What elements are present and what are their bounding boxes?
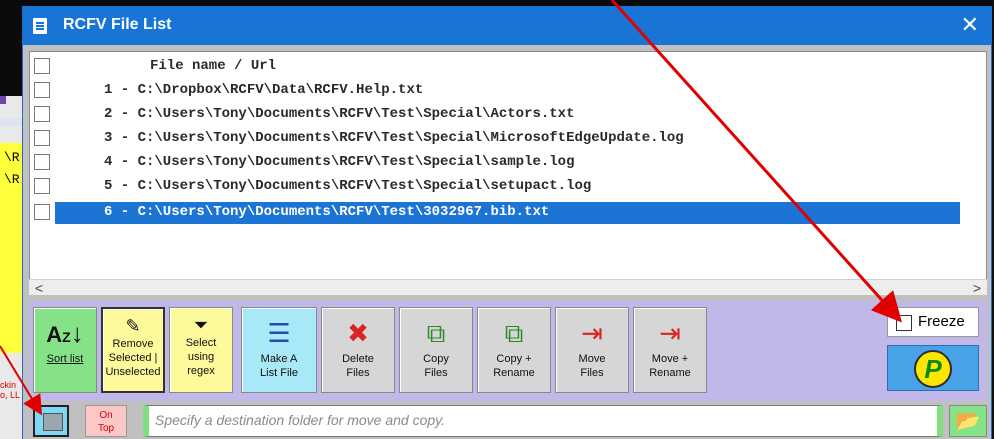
makelist-label-1: Make A	[260, 353, 298, 365]
list-item[interactable]: 5 - C:\Users\Tony\Documents\RCFV\Test\Sp…	[30, 176, 960, 198]
row-checkbox[interactable]	[34, 106, 50, 122]
remove-selected-button[interactable]: ✎ Remove Selected | Unselected	[101, 307, 165, 393]
scroll-right-arrow[interactable]: >	[973, 280, 981, 296]
remove-label-1: Remove	[112, 338, 154, 350]
delete-files-button[interactable]: ✖ Delete Files	[321, 307, 395, 393]
list-file-icon: ☰	[267, 318, 291, 348]
window-layout-icon[interactable]	[33, 405, 69, 437]
background-purple-fragment	[0, 96, 6, 104]
row-checkbox[interactable]	[34, 178, 50, 194]
destination-folder-field[interactable]	[143, 405, 943, 437]
move-files-button[interactable]: ⇥ Move Files	[555, 307, 629, 393]
freeze-checkbox-box[interactable]	[896, 315, 912, 331]
header-checkbox[interactable]	[34, 58, 50, 74]
move-files-icon: ⇥	[581, 318, 603, 348]
window-title: RCFV File List	[63, 16, 172, 33]
list-item-text: 6 - C:\Users\Tony\Documents\RCFV\Test\30…	[104, 204, 550, 220]
copy-label-2: Files	[424, 367, 448, 379]
select-label-1: Select	[185, 337, 217, 349]
move-rename-icon: ⇥	[659, 318, 681, 348]
freeze-checkbox[interactable]: Freeze	[887, 307, 979, 337]
list-header-row: File name / Url	[30, 56, 960, 78]
app-list-icon	[33, 18, 47, 34]
delete-label-2: Files	[346, 367, 370, 379]
delete-label-1: Delete	[342, 353, 374, 365]
move-label-2: Files	[580, 367, 604, 379]
folder-open-icon: 📂	[955, 410, 981, 432]
title-bar[interactable]: RCFV File List ✕	[23, 7, 991, 45]
move-rename-button[interactable]: ⇥ Move + Rename	[633, 307, 707, 393]
sort-list-button[interactable]: AZ↓ Sort list	[33, 307, 97, 393]
list-item[interactable]: 2 - C:\Users\Tony\Documents\RCFV\Test\Sp…	[30, 104, 960, 126]
copy-files-button[interactable]: ⧉ Copy Files	[399, 307, 473, 393]
remove-label-2: Selected |	[108, 352, 158, 364]
row-checkbox[interactable]	[34, 204, 50, 220]
delete-files-icon: ✖	[347, 318, 369, 348]
sort-az-icon: AZ↓	[46, 318, 84, 348]
list-item-selected[interactable]: 6 - C:\Users\Tony\Documents\RCFV\Test\30…	[30, 202, 960, 224]
remove-label-3: Unselected	[105, 366, 161, 378]
copy-files-icon: ⧉	[426, 318, 446, 348]
make-list-file-button[interactable]: ☰ Make A List File	[241, 307, 317, 393]
select-label-2: using	[187, 351, 215, 363]
ontop-label-2: Top	[97, 423, 115, 434]
row-checkbox[interactable]	[34, 130, 50, 146]
funnel-icon: ⏷	[193, 315, 209, 335]
copy-rename-icon: ⧉	[504, 318, 524, 348]
copy-rename-button[interactable]: ⧉ Copy + Rename	[477, 307, 551, 393]
moverename-label-1: Move +	[651, 353, 689, 365]
help-button[interactable]: P	[887, 345, 979, 391]
eraser-icon: ✎	[125, 316, 141, 336]
move-label-1: Move	[578, 353, 606, 365]
row-checkbox[interactable]	[34, 82, 50, 98]
copyrename-label-1: Copy +	[496, 353, 532, 365]
close-button[interactable]: ✕	[961, 13, 979, 37]
folder-open-button[interactable]: 📂	[949, 405, 987, 437]
moverename-label-2: Rename	[649, 367, 691, 379]
toolbar: AZ↓ Sort list ✎ Remove Selected | Unsele…	[29, 301, 987, 401]
select-regex-button[interactable]: ⏷ Select using regex	[169, 307, 233, 393]
sort-list-label: Sort list	[46, 353, 84, 365]
makelist-label-2: List File	[260, 367, 298, 379]
select-label-3: regex	[187, 365, 215, 377]
rcfv-file-list-window: RCFV File List ✕ File name / Url 1 - C:\…	[22, 6, 992, 439]
file-list[interactable]: File name / Url 1 - C:\Dropbox\RCFV\Data…	[29, 51, 987, 295]
ontop-label-1: On	[99, 410, 113, 421]
destination-folder-input[interactable]	[149, 406, 929, 434]
list-header: File name / Url	[150, 58, 277, 74]
row-checkbox[interactable]	[34, 154, 50, 170]
list-item-text: 5 - C:\Users\Tony\Documents\RCFV\Test\Sp…	[104, 178, 592, 194]
list-item[interactable]: 3 - C:\Users\Tony\Documents\RCFV\Test\Sp…	[30, 128, 960, 150]
copyrename-label-2: Rename	[493, 367, 535, 379]
bottom-bar: On Top 📂	[23, 403, 991, 439]
list-item[interactable]: 4 - C:\Users\Tony\Documents\RCFV\Test\Sp…	[30, 152, 960, 174]
list-item-text: 3 - C:\Users\Tony\Documents\RCFV\Test\Sp…	[104, 130, 684, 146]
freeze-label: Freeze	[918, 313, 965, 330]
horizontal-scrollbar[interactable]: < >	[29, 279, 987, 296]
list-item[interactable]: 1 - C:\Dropbox\RCFV\Data\RCFV.Help.txt	[30, 80, 960, 102]
list-item-text: 2 - C:\Users\Tony\Documents\RCFV\Test\Sp…	[104, 106, 575, 122]
scroll-left-arrow[interactable]: <	[35, 280, 43, 296]
list-item-text: 4 - C:\Users\Tony\Documents\RCFV\Test\Sp…	[104, 154, 575, 170]
list-item-text: 1 - C:\Dropbox\RCFV\Data\RCFV.Help.txt	[104, 82, 424, 98]
help-icon: P	[914, 350, 952, 388]
copy-label-1: Copy	[423, 353, 449, 365]
on-top-button[interactable]: On Top	[85, 405, 127, 437]
